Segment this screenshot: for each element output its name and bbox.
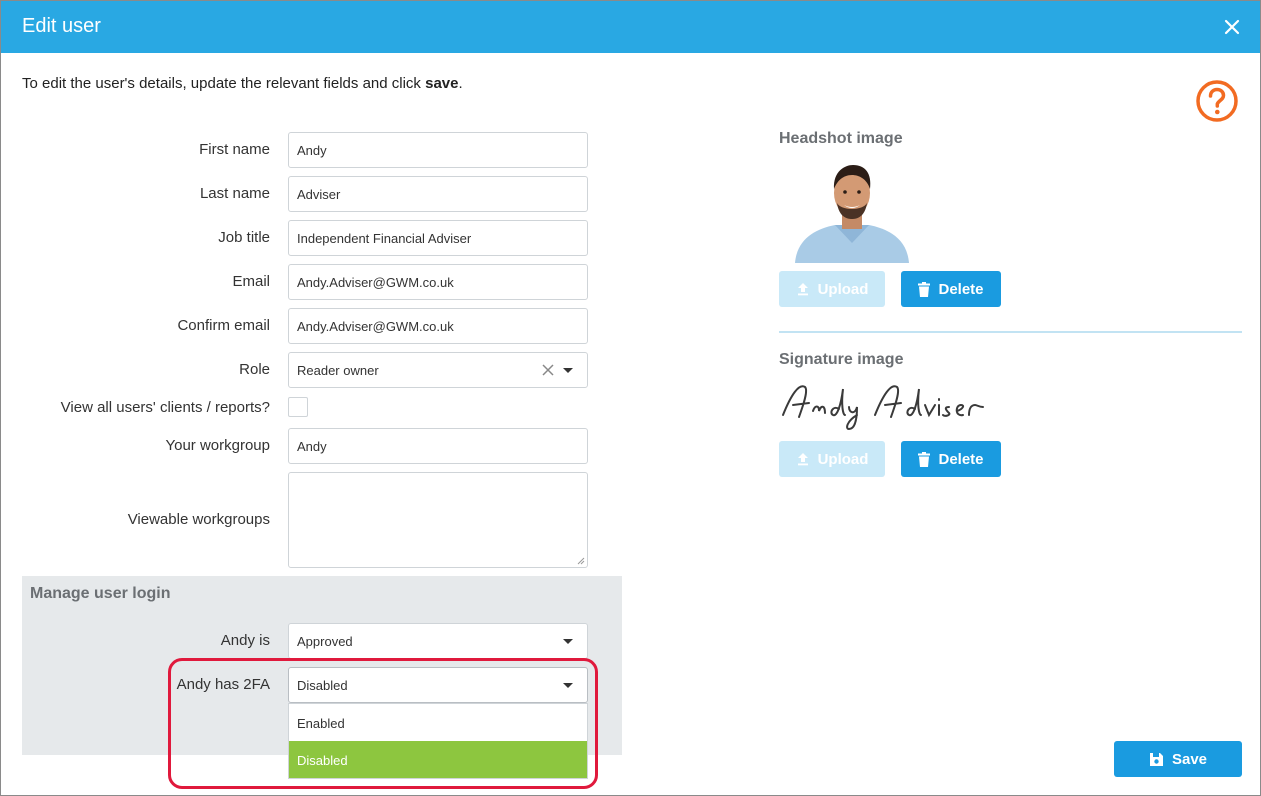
trash-icon	[918, 451, 931, 467]
confirm-email-label: Confirm email	[177, 317, 270, 334]
headshot-delete-label: Delete	[938, 280, 984, 298]
signature-upload-label: Upload	[817, 450, 869, 468]
email-value: Andy.Adviser@GWM.co.uk	[297, 275, 454, 290]
signature-image	[782, 385, 984, 431]
email-label: Email	[232, 273, 270, 290]
intro-text-end: .	[458, 75, 463, 92]
headshot-upload-button[interactable]: Upload	[779, 271, 885, 307]
edit-user-dialog: Edit user To edit the user's details, up…	[0, 0, 1261, 796]
status-value: Approved	[297, 634, 353, 649]
dialog-titlebar: Edit user	[1, 1, 1260, 53]
signature-title: Signature image	[779, 351, 904, 368]
first-name-label: First name	[199, 141, 270, 158]
viewable-workgroups-textarea[interactable]	[288, 472, 588, 568]
confirm-email-value: Andy.Adviser@GWM.co.uk	[297, 319, 454, 334]
chevron-down-icon	[563, 639, 573, 644]
workgroup-value: Andy	[297, 439, 327, 454]
last-name-label: Last name	[199, 185, 270, 202]
workgroup-label: Your workgroup	[165, 437, 270, 454]
status-label: Andy is	[220, 632, 270, 649]
headshot-upload-label: Upload	[817, 280, 869, 298]
dialog-title: Edit user	[22, 15, 101, 37]
first-name-value: Andy	[297, 143, 327, 158]
view-all-checkbox[interactable]	[288, 397, 308, 417]
help-icon[interactable]	[1195, 79, 1239, 123]
close-icon[interactable]	[1222, 17, 1242, 37]
job-title-label: Job title	[218, 229, 270, 246]
last-name-value: Adviser	[297, 187, 341, 202]
confirm-email-input[interactable]: Andy.Adviser@GWM.co.uk	[288, 308, 588, 344]
status-select[interactable]: Approved	[288, 623, 588, 659]
job-title-value: Independent Financial Adviser	[297, 231, 472, 246]
save-label: Save	[1171, 750, 1208, 768]
section-divider	[779, 331, 1242, 333]
save-icon	[1149, 752, 1163, 766]
viewable-workgroups-label: Viewable workgroups	[127, 511, 270, 528]
role-value: Reader owner	[297, 363, 379, 378]
role-select[interactable]: Reader owner	[288, 352, 588, 388]
upload-icon	[797, 283, 808, 296]
signature-upload-button[interactable]: Upload	[779, 441, 885, 477]
intro-text-bold: save	[425, 75, 459, 92]
upload-icon	[797, 453, 808, 466]
headshot-image	[795, 165, 909, 263]
workgroup-input[interactable]: Andy	[288, 428, 588, 464]
headshot-delete-button[interactable]: Delete	[901, 271, 1001, 307]
first-name-input[interactable]: Andy	[288, 132, 588, 168]
save-button[interactable]: Save	[1114, 741, 1242, 777]
signature-delete-label: Delete	[938, 450, 984, 468]
manage-login-title: Manage user login	[30, 585, 171, 602]
signature-delete-button[interactable]: Delete	[901, 441, 1001, 477]
job-title-input[interactable]: Independent Financial Adviser	[288, 220, 588, 256]
email-input[interactable]: Andy.Adviser@GWM.co.uk	[288, 264, 588, 300]
chevron-down-icon	[563, 368, 573, 373]
trash-icon	[918, 281, 931, 297]
clear-icon[interactable]	[541, 363, 555, 377]
last-name-input[interactable]: Adviser	[288, 176, 588, 212]
resize-grip-icon[interactable]	[577, 557, 585, 565]
view-all-label: View all users' clients / reports?	[60, 399, 270, 416]
intro-text-main: To edit the user's details, update the r…	[22, 75, 426, 92]
intro-text: To edit the user's details, update the r…	[22, 75, 463, 92]
role-label: Role	[239, 361, 270, 378]
headshot-title: Headshot image	[779, 130, 903, 147]
highlight-annotation	[168, 658, 598, 789]
